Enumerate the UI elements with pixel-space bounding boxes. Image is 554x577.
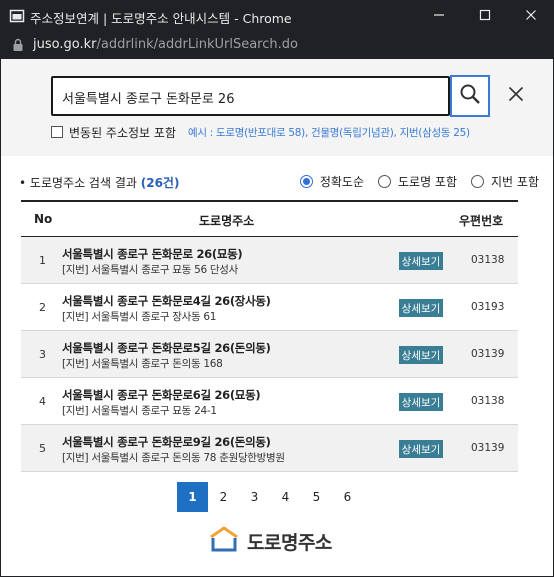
detail-button[interactable]: 상세보기 [399, 440, 443, 458]
page-content: 변동된 주소정보 포함 예시 : 도로명(반포대로 58), 건물명(독립기념관… [1, 59, 553, 576]
title-bar: 주소정보연계 | 도로명주소 안내시스템 - Chrome [0, 0, 554, 32]
table-row[interactable]: 2 서울특별시 종로구 돈화문로4길 26(장사동) [지번] 서울특별시 종로… [21, 284, 518, 331]
page-4[interactable]: 4 [270, 482, 301, 512]
search-button[interactable] [450, 75, 490, 117]
sort-option-road[interactable]: 도로명 포함 [378, 173, 457, 190]
zip-code: 03138 [471, 395, 505, 407]
result-header: • 도로명주소 검색 결과 (26건) 정확도순 도로명 포함 지번 포함 [19, 171, 539, 193]
page-2[interactable]: 2 [208, 482, 239, 512]
header-road-address: 도로명주소 [199, 214, 255, 228]
search-icon [459, 83, 481, 109]
window-title: 주소정보연계 | 도로명주소 안내시스템 - Chrome [30, 11, 292, 26]
radio-accuracy[interactable] [299, 175, 313, 188]
maximize-icon [479, 9, 491, 24]
table-header: No 도로명주소 우편번호 [21, 200, 518, 237]
road-address-logo: 도로명주소 [208, 526, 332, 556]
header-no: No [34, 212, 53, 226]
row-number: 1 [39, 254, 46, 267]
house-logo-icon [208, 525, 240, 557]
zip-code: 03139 [471, 442, 505, 454]
include-changed-checkbox[interactable] [51, 126, 63, 138]
road-address[interactable]: 서울특별시 종로구 돈화문로9길 26(돈의동) [62, 434, 271, 450]
detail-button[interactable]: 상세보기 [399, 252, 443, 270]
minimize-icon [433, 9, 445, 24]
page-favicon-icon [9, 8, 25, 24]
include-changed-label[interactable]: 변동된 주소정보 포함 [69, 124, 176, 141]
page-6[interactable]: 6 [332, 482, 363, 512]
row-number: 4 [39, 395, 46, 408]
zip-code: 03139 [471, 348, 505, 360]
sort-option-jibun[interactable]: 지번 포함 [471, 173, 539, 190]
row-number: 3 [39, 348, 46, 361]
page-5[interactable]: 5 [301, 482, 332, 512]
window-close-button[interactable] [508, 0, 554, 32]
minimize-button[interactable] [416, 0, 462, 32]
sort-options: 정확도순 도로명 포함 지번 포함 [286, 173, 539, 190]
site-info-icon[interactable] [12, 38, 24, 56]
road-address[interactable]: 서울특별시 종로구 돈화문로 26(묘동) [62, 246, 243, 262]
pagination: 1 2 3 4 5 6 [177, 482, 363, 512]
header-zip: 우편번호 [459, 214, 504, 228]
bullet: • [19, 176, 30, 190]
logo-text: 도로명주소 [247, 531, 332, 554]
sort-option-accuracy[interactable]: 정확도순 [299, 173, 364, 190]
radio-accuracy-label: 정확도순 [319, 175, 364, 189]
detail-button[interactable]: 상세보기 [399, 346, 443, 364]
search-area: 변동된 주소정보 포함 예시 : 도로명(반포대로 58), 건물명(독립기념관… [1, 59, 553, 156]
zip-code: 03193 [471, 301, 505, 313]
maximize-button[interactable] [462, 0, 508, 32]
url-host: juso.go.kr [33, 37, 97, 52]
search-example-text: 예시 : 도로명(반포대로 58), 건물명(독립기념관), 지번(삼성동 25… [188, 126, 470, 139]
url-text[interactable]: juso.go.kr/addrlink/addrLinkUrlSearch.do [33, 37, 298, 52]
radio-jibun[interactable] [471, 175, 485, 188]
page-1[interactable]: 1 [177, 482, 208, 512]
zip-code: 03138 [471, 254, 505, 266]
url-path: /addrlink/addrLinkUrlSearch.do [96, 37, 298, 52]
close-icon [508, 86, 524, 106]
include-changed-row: 변동된 주소정보 포함 예시 : 도로명(반포대로 58), 건물명(독립기념관… [51, 124, 470, 140]
road-address[interactable]: 서울특별시 종로구 돈화문로4길 26(장사동) [62, 293, 271, 309]
road-address[interactable]: 서울특별시 종로구 돈화문로6길 26(묘동) [62, 387, 261, 403]
row-number: 5 [39, 442, 46, 455]
result-count: (26건) [140, 176, 180, 190]
detail-button[interactable]: 상세보기 [399, 393, 443, 411]
table-row[interactable]: 4 서울특별시 종로구 돈화문로6길 26(묘동) [지번] 서울특별시 종로구… [21, 378, 518, 425]
browser-window: 주소정보연계 | 도로명주소 안내시스템 - Chrome juso.go.kr… [0, 0, 554, 577]
result-title: • 도로명주소 검색 결과 (26건) [19, 174, 179, 191]
jibun-address: [지번] 서울특별시 종로구 돈의동 78 춘원당한방병원 [62, 452, 285, 464]
jibun-address: [지번] 서울특별시 종로구 장사동 61 [62, 311, 217, 323]
radio-road[interactable] [378, 175, 391, 188]
close-popup-button[interactable] [503, 83, 529, 109]
search-input[interactable] [62, 87, 432, 107]
road-address[interactable]: 서울특별시 종로구 돈화문로5길 26(돈의동) [62, 340, 271, 356]
table-row[interactable]: 5 서울특별시 종로구 돈화문로9길 26(돈의동) [지번] 서울특별시 종로… [21, 425, 518, 472]
detail-button[interactable]: 상세보기 [399, 299, 443, 317]
table-row[interactable]: 3 서울특별시 종로구 돈화문로5길 26(돈의동) [지번] 서울특별시 종로… [21, 331, 518, 378]
jibun-address: [지번] 서울특별시 종로구 묘동 56 단성사 [62, 264, 238, 276]
radio-jibun-label: 지번 포함 [491, 175, 539, 189]
result-title-text: 도로명주소 검색 결과 [29, 176, 137, 190]
radio-road-label: 도로명 포함 [398, 175, 458, 189]
row-number: 2 [39, 301, 46, 314]
close-icon [525, 9, 537, 24]
search-box[interactable] [51, 76, 450, 116]
address-bar[interactable]: juso.go.kr/addrlink/addrLinkUrlSearch.do [0, 32, 554, 59]
table-row[interactable]: 1 서울특별시 종로구 돈화문로 26(묘동) [지번] 서울특별시 종로구 묘… [21, 237, 518, 284]
jibun-address: [지번] 서울특별시 종로구 묘동 24-1 [62, 405, 217, 417]
jibun-address: [지번] 서울특별시 종로구 돈의동 168 [62, 358, 223, 370]
page-3[interactable]: 3 [239, 482, 270, 512]
